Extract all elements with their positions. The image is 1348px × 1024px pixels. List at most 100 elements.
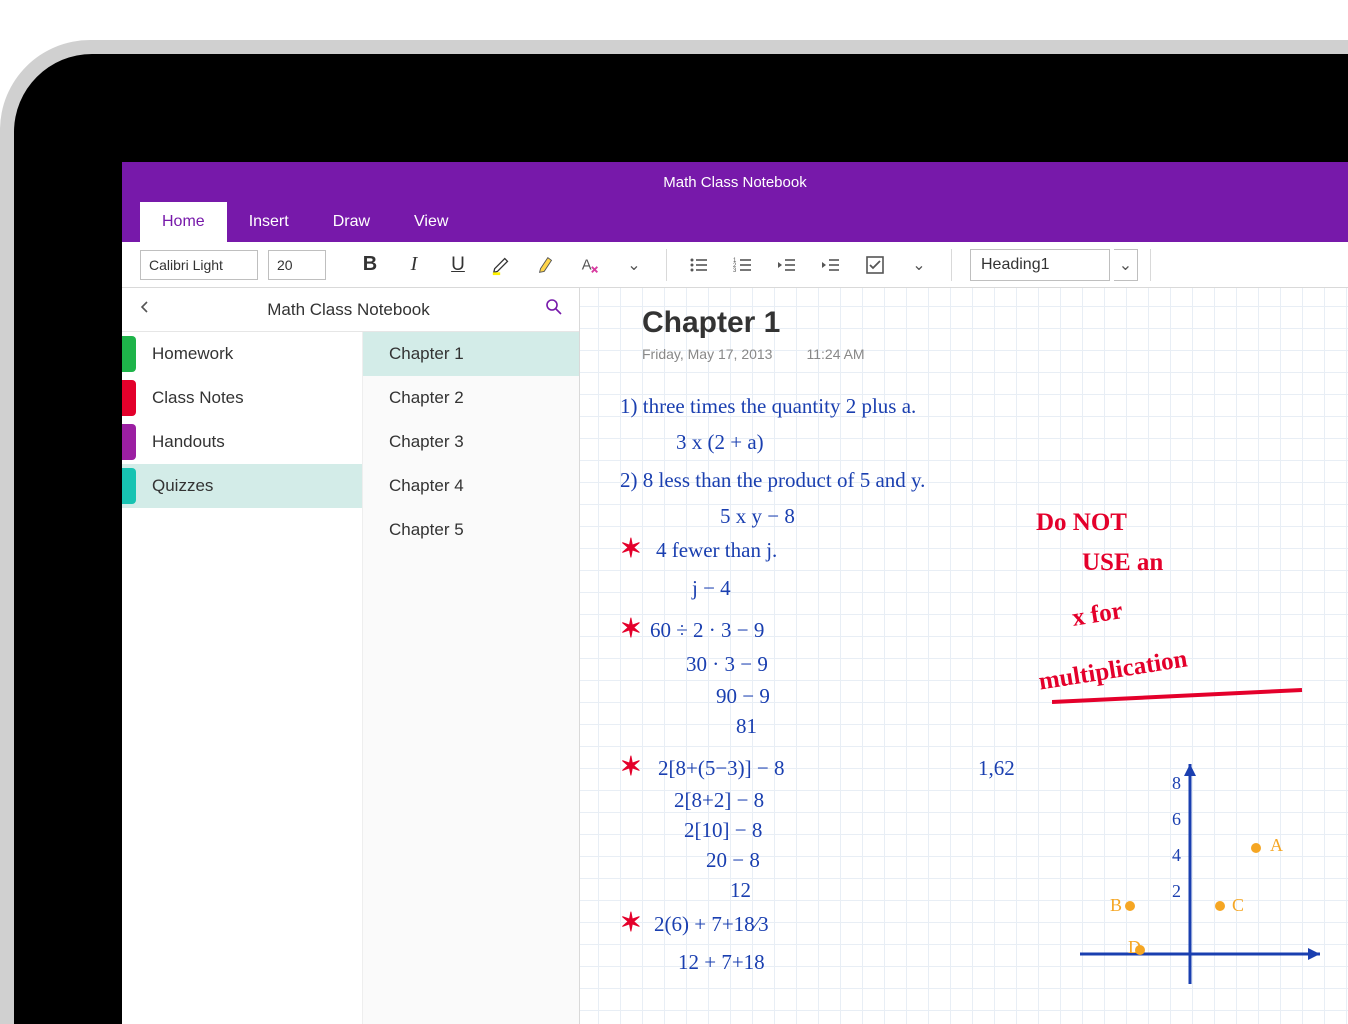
- page-chapter-3[interactable]: Chapter 3: [363, 420, 579, 464]
- ink-line: j − 4: [692, 578, 731, 599]
- section-color-tab: [122, 468, 136, 504]
- ink-line: 81: [736, 716, 757, 737]
- red-star-icon: ✶: [620, 908, 642, 938]
- window-title: Math Class Notebook: [663, 174, 806, 191]
- note-canvas[interactable]: Chapter 1 Friday, May 17, 2013 11:24 AM …: [580, 288, 1348, 1024]
- ink-line: 2) 8 less than the product of 5 and y.: [620, 470, 925, 491]
- nav-body: Homework Class Notes Handouts Quizzes Ch…: [122, 332, 579, 1024]
- style-name: Heading1: [981, 256, 1050, 274]
- red-star-icon: ✶: [620, 534, 642, 564]
- page-chapter-1[interactable]: Chapter 1: [363, 332, 579, 376]
- back-button[interactable]: [138, 300, 152, 319]
- search-icon: [545, 298, 563, 316]
- separator: [666, 249, 667, 281]
- app-window: Math Class Notebook Home Insert Draw Vie…: [122, 162, 1348, 1024]
- ink-line: 20 − 8: [706, 850, 760, 871]
- section-color-tab: [122, 424, 136, 460]
- clear-format-button[interactable]: A: [570, 247, 610, 283]
- italic-button[interactable]: I: [394, 247, 434, 283]
- bullet-list-icon: [689, 255, 709, 275]
- indent-icon: [821, 255, 841, 275]
- page-chapter-4[interactable]: Chapter 4: [363, 464, 579, 508]
- chevron-down-icon: ⌄: [1119, 255, 1132, 275]
- svg-text:3: 3: [733, 268, 737, 274]
- ink-line: 12: [730, 880, 751, 901]
- separator: [951, 249, 952, 281]
- bullet-list-button[interactable]: [679, 247, 719, 283]
- highlight-button[interactable]: [482, 247, 522, 283]
- section-quizzes[interactable]: Quizzes: [122, 464, 362, 508]
- axis-tick-label: 4: [1172, 846, 1181, 864]
- font-size-input[interactable]: [268, 250, 326, 280]
- device-frame-outer: Math Class Notebook Home Insert Draw Vie…: [0, 40, 1348, 1024]
- graph-point-label: C: [1232, 896, 1244, 914]
- page-title[interactable]: Chapter 1: [642, 306, 780, 340]
- ink-line: 2(6) + 7+18⁄3: [654, 914, 769, 935]
- ink-line: 90 − 9: [716, 686, 770, 707]
- ink-line: 12 + 7+18: [678, 952, 765, 973]
- number-list-button[interactable]: 123: [723, 247, 763, 283]
- ink-line: 2[8+(5−3)] − 8: [658, 758, 785, 779]
- tab-label: Draw: [333, 213, 370, 230]
- bold-button[interactable]: B: [350, 247, 390, 283]
- red-star-icon: ✶: [620, 614, 642, 644]
- red-underline-icon: [1052, 688, 1312, 708]
- ink-line: 2[10] − 8: [684, 820, 762, 841]
- style-dropdown-button[interactable]: ⌄: [1114, 249, 1138, 281]
- title-bar: Math Class Notebook: [122, 162, 1348, 202]
- tab-label: Insert: [249, 213, 289, 230]
- todo-tag-button[interactable]: [855, 247, 895, 283]
- underline-button[interactable]: U: [438, 247, 478, 283]
- section-handouts[interactable]: Handouts: [122, 420, 362, 464]
- tab-label: View: [414, 213, 448, 230]
- font-name-input[interactable]: [140, 250, 258, 280]
- ink-line: 1,62: [978, 758, 1015, 779]
- section-class-notes[interactable]: Class Notes: [122, 376, 362, 420]
- navigation-pane: Math Class Notebook Homework Class Notes…: [122, 288, 580, 1024]
- highlighter-icon: [491, 254, 513, 276]
- coordinate-graph: [1080, 764, 1340, 1004]
- ink-line: 60 ÷ 2 · 3 − 9: [650, 620, 764, 641]
- page-chapter-2[interactable]: Chapter 2: [363, 376, 579, 420]
- more-font-button[interactable]: ⌄: [614, 247, 654, 283]
- section-list: Homework Class Notes Handouts Quizzes: [122, 332, 362, 1024]
- search-button[interactable]: [545, 298, 563, 321]
- section-homework[interactable]: Homework: [122, 332, 362, 376]
- page-list: Chapter 1 Chapter 2 Chapter 3 Chapter 4 …: [362, 332, 579, 1024]
- tab-home[interactable]: Home: [140, 202, 227, 242]
- separator: [1150, 249, 1151, 281]
- red-ink-line: USE an: [1082, 550, 1163, 575]
- number-list-icon: 123: [733, 255, 753, 275]
- style-selector[interactable]: Heading1: [970, 249, 1110, 281]
- color-icon: [535, 254, 557, 276]
- axis-tick-label: 8: [1172, 774, 1181, 792]
- ribbon-tabs: Home Insert Draw View: [122, 202, 1348, 242]
- section-color-tab: [122, 380, 136, 416]
- page-label: Chapter 3: [389, 432, 464, 452]
- ink-line: 4 fewer than j.: [656, 540, 777, 561]
- graph-point-label: B: [1110, 896, 1122, 914]
- section-label: Homework: [152, 344, 233, 364]
- device-frame-inner: Math Class Notebook Home Insert Draw Vie…: [14, 54, 1348, 1024]
- page-time: 11:24 AM: [806, 346, 864, 362]
- section-label: Handouts: [152, 432, 225, 452]
- tab-view[interactable]: View: [392, 202, 470, 242]
- page-chapter-5[interactable]: Chapter 5: [363, 508, 579, 552]
- notebook-title: Math Class Notebook: [267, 300, 430, 320]
- tags-dropdown-button[interactable]: ⌄: [899, 247, 939, 283]
- nav-header: Math Class Notebook: [122, 288, 579, 332]
- page-date: Friday, May 17, 2013: [642, 346, 772, 362]
- red-ink-line: Do NOT: [1036, 510, 1127, 535]
- tab-draw[interactable]: Draw: [311, 202, 392, 242]
- section-color-tab: [122, 336, 136, 372]
- indent-button[interactable]: [811, 247, 851, 283]
- ink-line: 5 x y − 8: [720, 506, 795, 527]
- red-star-icon: ✶: [620, 752, 642, 782]
- graph-point-label: D: [1128, 938, 1141, 956]
- checkbox-icon: [865, 255, 885, 275]
- ink-color-button[interactable]: [526, 247, 566, 283]
- page-label: Chapter 1: [389, 344, 464, 364]
- outdent-button[interactable]: [767, 247, 807, 283]
- tab-insert[interactable]: Insert: [227, 202, 311, 242]
- tab-label: Home: [162, 213, 205, 230]
